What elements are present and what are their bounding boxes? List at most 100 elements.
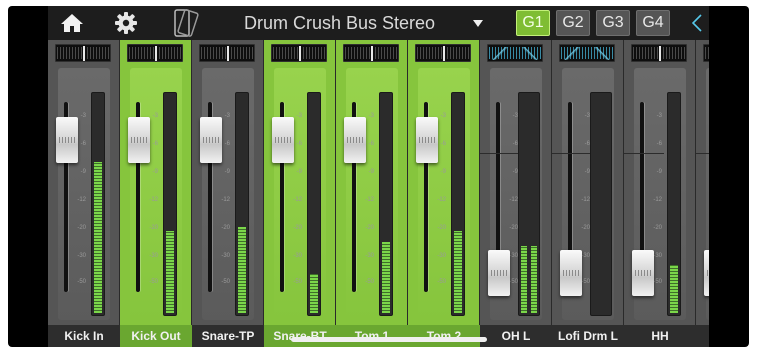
meter-scale-label: -9	[80, 169, 86, 175]
channel-name-label[interactable]: Tom 2	[408, 325, 480, 347]
group-button-g1[interactable]: G1	[516, 10, 550, 36]
unity-line	[696, 153, 709, 154]
fader-cap[interactable]	[272, 117, 294, 163]
group-button-g3[interactable]: G3	[596, 10, 630, 36]
pan-control[interactable]	[127, 44, 183, 62]
meter-scale-label: -20	[149, 225, 158, 231]
chevron-left-icon	[692, 14, 702, 32]
fader-cap[interactable]	[416, 117, 438, 163]
meter-level	[166, 231, 174, 313]
fader-cap[interactable]	[632, 250, 654, 296]
channel-strip[interactable]: -3-6-9-12-20-30-50	[192, 40, 264, 325]
meter-scale-label: -3	[656, 113, 662, 119]
meter-scale-label: -12	[221, 197, 230, 203]
fader-cap[interactable]	[488, 250, 510, 296]
meter-scale-label: -6	[584, 141, 590, 147]
channel-strip[interactable]: -3-6-9-12-20-30-50	[120, 40, 192, 325]
channel-name-label[interactable]: Kick Out	[120, 325, 192, 347]
channel-name-label[interactable]: Snare-TP	[192, 325, 264, 347]
channel-strip[interactable]: -3-6-9-12-20-30-50	[264, 40, 336, 325]
meter-scale-label: -6	[512, 141, 518, 147]
fader-cap[interactable]	[704, 250, 709, 296]
channel-name-label[interactable]: Snare-BT	[264, 325, 336, 347]
group-button-g4[interactable]: G4	[636, 10, 670, 36]
device-link-button[interactable]	[166, 6, 212, 40]
pan-control[interactable]	[199, 44, 255, 62]
channel-strip[interactable]: -3-6-9-12-20-30-50	[48, 40, 120, 325]
meter-scale-label: -30	[149, 253, 158, 259]
channel-name-label[interactable]: HH	[624, 325, 696, 347]
meter-level	[94, 162, 102, 313]
meter-scale-label: -20	[77, 225, 86, 231]
stereo-width-control[interactable]	[487, 44, 543, 62]
fader-cap[interactable]	[56, 117, 78, 163]
meter-scale-label: -9	[224, 169, 230, 175]
meter-scale-label: -12	[437, 197, 446, 203]
channel-name-label[interactable]: OH L	[480, 325, 552, 347]
meter-scale-label: -20	[221, 225, 230, 231]
meter-scale-label: -20	[437, 225, 446, 231]
meter-scale-label: -3	[512, 113, 518, 119]
channel-strip[interactable]: -3-6-9-12-20-30-50	[624, 40, 696, 325]
meter-scale-label: -12	[293, 197, 302, 203]
level-meter	[307, 92, 321, 316]
fader-cap[interactable]	[560, 250, 582, 296]
channel-name-label[interactable]: Tom 1	[336, 325, 408, 347]
level-meter	[667, 92, 681, 316]
meter-scale-label: -12	[581, 197, 590, 203]
group-button-g2[interactable]: G2	[556, 10, 590, 36]
preset-dropdown-button[interactable]	[466, 6, 490, 40]
channel-name-label[interactable]: Vox	[696, 325, 709, 347]
pan-control[interactable]	[415, 44, 471, 62]
meter-scale-label: -20	[653, 225, 662, 231]
meter-scale-label: -12	[365, 197, 374, 203]
level-meter	[163, 92, 177, 316]
pan-control[interactable]	[703, 44, 709, 62]
pan-control[interactable]	[631, 44, 687, 62]
meter-scale-label: -12	[77, 197, 86, 203]
app-root: Drum Crush Bus Stereo G1 G2 G3 G4 -3 -6 -9…	[0, 0, 757, 353]
fader-cap[interactable]	[344, 117, 366, 163]
meter-level	[310, 274, 318, 313]
channel-name-label[interactable]: Kick In	[48, 325, 120, 347]
level-meter	[518, 92, 540, 316]
channel-strip[interactable]: -3-6-9-12-20-30-50	[552, 40, 624, 325]
fader-cap[interactable]	[200, 117, 222, 163]
meter-scale-label: -30	[365, 253, 374, 259]
preset-title[interactable]: Drum Crush Bus Stereo	[244, 6, 474, 40]
stereo-width-control[interactable]	[559, 44, 615, 62]
meter-scale-label: -12	[149, 197, 158, 203]
meter-level	[454, 231, 462, 313]
meter-scale-label: -9	[584, 169, 590, 175]
top-bar: Drum Crush Bus Stereo G1 G2 G3 G4	[48, 6, 709, 40]
meter-level	[238, 227, 246, 313]
meter-scale-label: -50	[437, 279, 446, 285]
meter-scale-label: -12	[509, 197, 518, 203]
home-button[interactable]	[52, 6, 92, 40]
channel-strip[interactable]: -3-6-9-12-20-30-50	[480, 40, 552, 325]
device-link-icon	[174, 9, 199, 37]
mixer-screen: Drum Crush Bus Stereo G1 G2 G3 G4 -3 -6 -9…	[48, 6, 709, 347]
channel-name-label[interactable]: Lofi Drm L	[552, 325, 624, 347]
meter-scale-label: -9	[152, 169, 158, 175]
meter-scale-label: -9	[440, 169, 446, 175]
meter-scale-label: -9	[656, 169, 662, 175]
channel-strip[interactable]: -3-6-9-12-20-30-50	[696, 40, 709, 325]
channel-strip[interactable]: -3-6-9-12-20-30-50	[408, 40, 480, 325]
meter-level-right	[531, 246, 537, 313]
fader-cap[interactable]	[128, 117, 150, 163]
meter-scale-label: -30	[437, 253, 446, 259]
meter-scale-label: -50	[77, 279, 86, 285]
meter-scale-label: -50	[365, 279, 374, 285]
home-indicator[interactable]	[291, 337, 487, 342]
meter-scale-label: -20	[293, 225, 302, 231]
caret-down-icon	[473, 19, 483, 27]
back-button[interactable]	[685, 6, 709, 40]
settings-button[interactable]	[106, 6, 146, 40]
channel-strip[interactable]: -3-6-9-12-20-30-50	[336, 40, 408, 325]
pan-control[interactable]	[55, 44, 111, 62]
meter-level	[670, 265, 678, 313]
pan-control[interactable]	[343, 44, 399, 62]
pan-control[interactable]	[271, 44, 327, 62]
meter-scale-label: -50	[149, 279, 158, 285]
